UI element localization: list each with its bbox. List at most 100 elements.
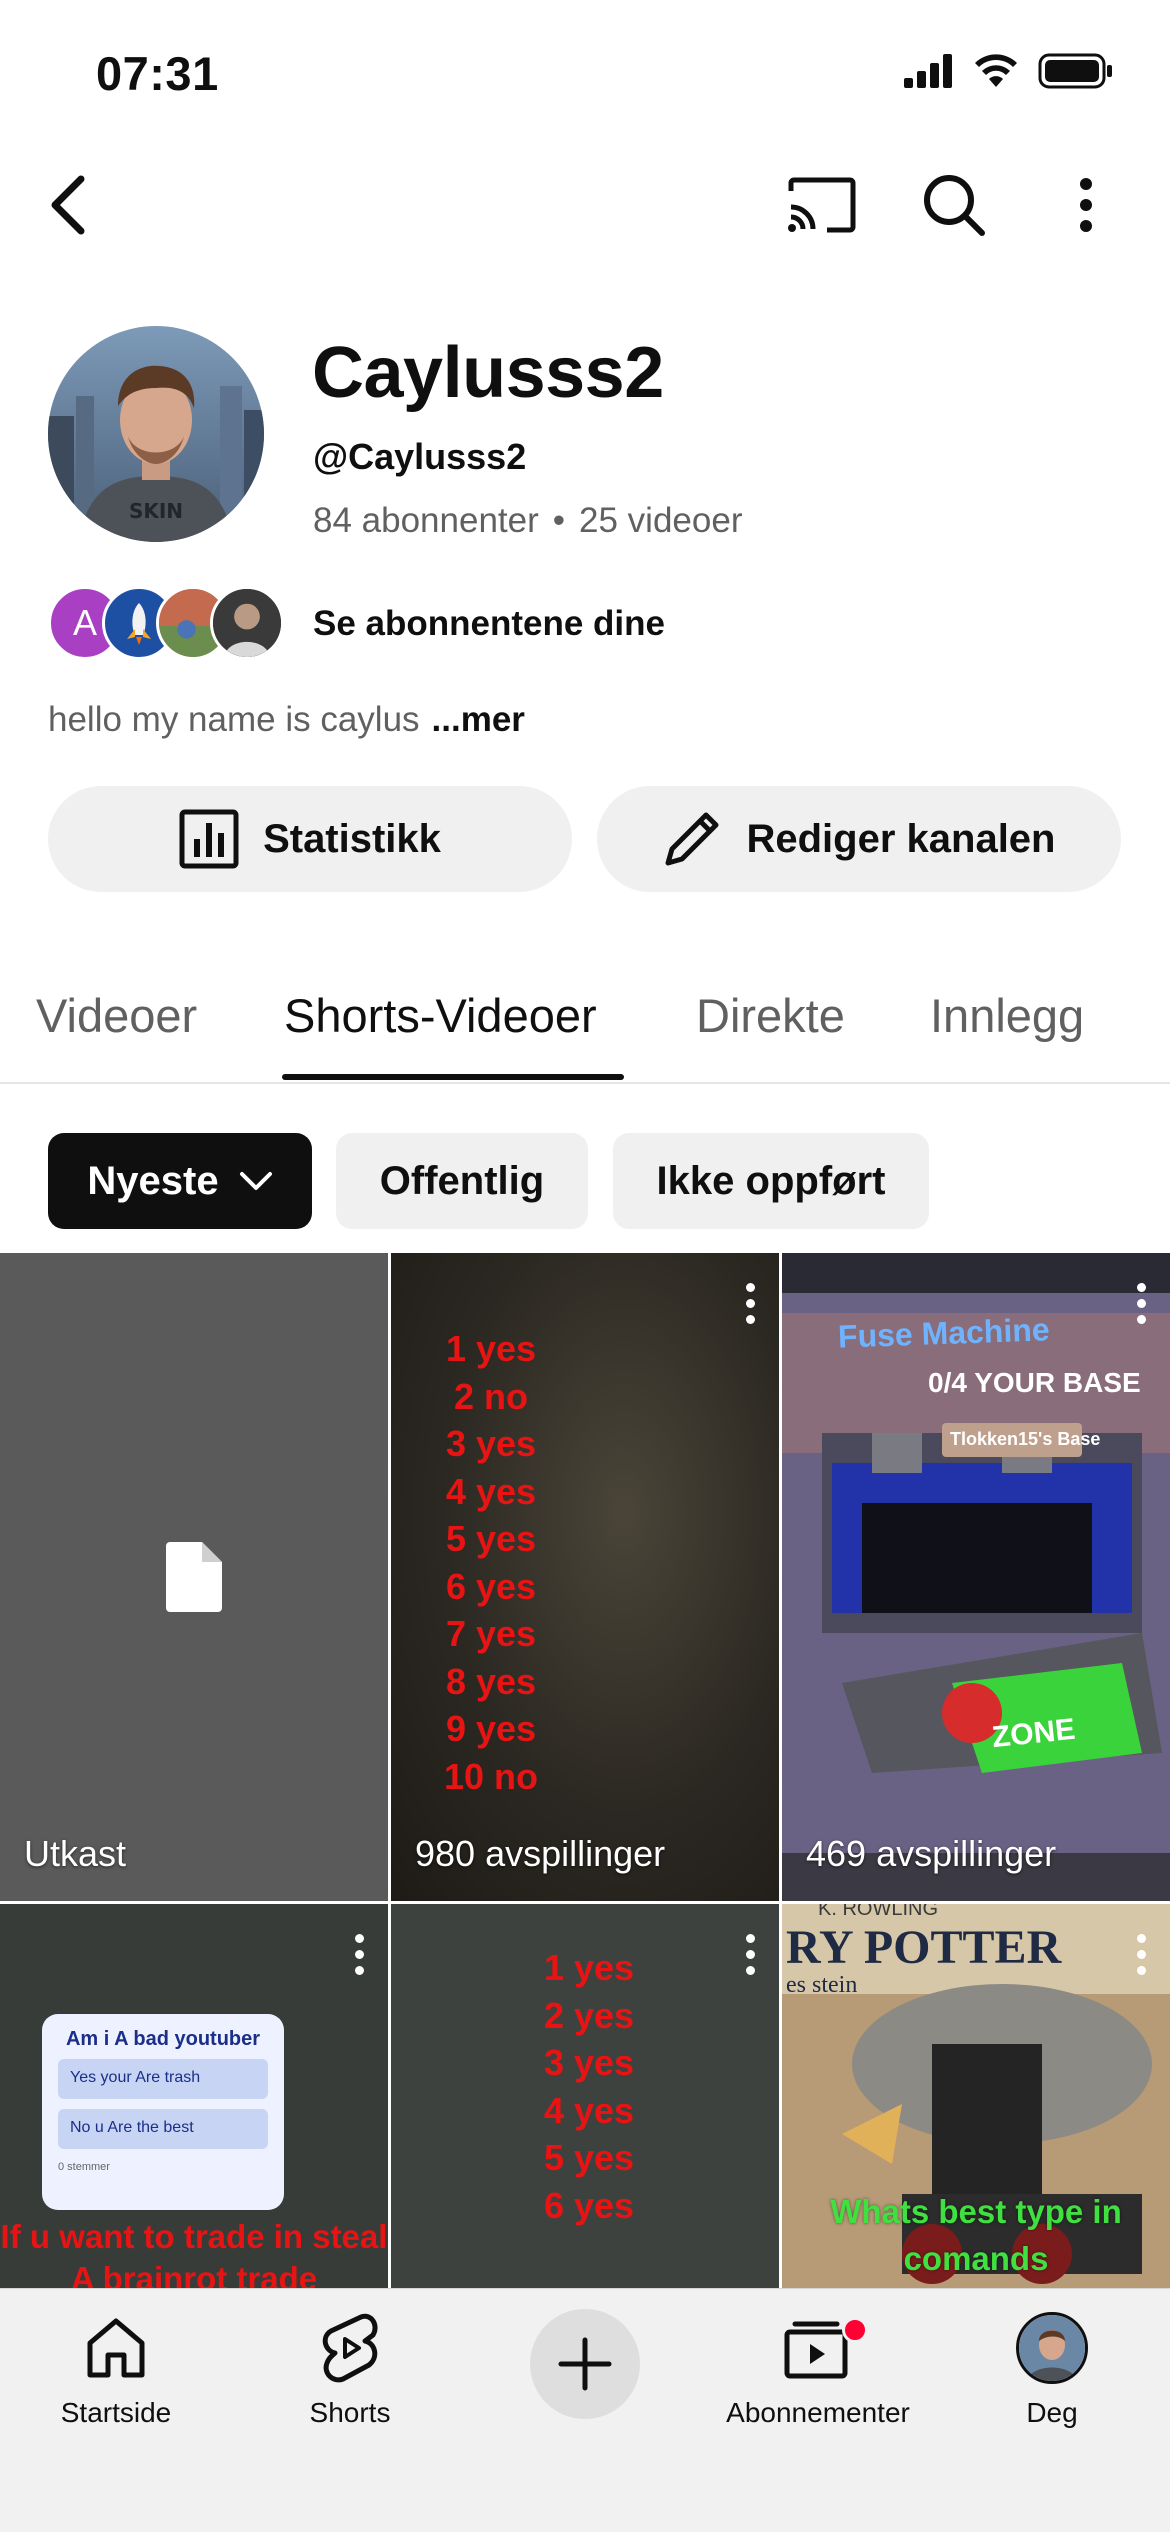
status-icons [904, 52, 1114, 90]
sort-dropdown[interactable]: Nyeste [48, 1133, 312, 1229]
overlay-line: 3 yes [543, 2042, 635, 2083]
search-button[interactable] [906, 157, 1002, 253]
chevron-down-icon [239, 1172, 272, 1190]
subscriber-avatar [210, 586, 284, 660]
tab-shorts[interactable]: Shorts-Videoer [284, 988, 597, 1043]
pencil-icon [665, 812, 719, 866]
tab-live[interactable]: Direkte [696, 988, 845, 1043]
plus-icon [558, 2337, 612, 2391]
nav-subscriptions[interactable]: Abonnementer [718, 2303, 918, 2429]
overlay-line: 4 yes [543, 2089, 635, 2131]
short-overlay-text: Whats best type in comands [830, 2193, 1122, 2277]
stats-separator: • [552, 501, 566, 540]
short-tile[interactable]: Fuse Machine 0/4 YOUR BASE Tlokken15's B… [782, 1253, 1170, 1901]
top-app-bar [0, 150, 1170, 270]
channel-description[interactable]: hello my name is caylus ...mer [48, 700, 525, 740]
game-title-text: Fuse Machine [837, 1311, 1051, 1355]
create-button[interactable] [530, 2309, 640, 2419]
short-more-button[interactable] [1134, 1283, 1148, 1331]
short-tile-label: Utkast [24, 1833, 127, 1874]
short-more-button[interactable] [1134, 1934, 1148, 1982]
more-options-button[interactable] [1038, 157, 1134, 253]
profile-avatar [1016, 2312, 1088, 2384]
game-base-text: Tlokken15's Base [950, 1429, 1101, 1449]
overlay-line: 4 yes [445, 1470, 537, 1512]
active-tab-indicator [282, 1074, 624, 1080]
short-overlay-text: 1 yes 2 yes 3 yes 4 yes 5 yes 6 yes [529, 1944, 649, 2229]
battery-icon [1038, 53, 1112, 89]
video-count: 25 videoer [579, 501, 743, 540]
short-more-button[interactable] [743, 1283, 757, 1331]
channel-name: Caylusss2 [312, 333, 664, 413]
view-subscribers-link[interactable]: Se abonnentene dine [313, 604, 665, 644]
overlay-line: 7 yes [445, 1613, 537, 1654]
overlay-line: 5 yes [445, 1518, 537, 1559]
overlay-line: 10 no [443, 1755, 539, 1797]
filter-public[interactable]: Offentlig [336, 1133, 588, 1229]
nav-you[interactable]: Deg [952, 2303, 1152, 2429]
overlay-line: 1 yes [445, 1328, 537, 1369]
search-icon [924, 175, 985, 236]
view-subscribers-row[interactable]: A Se abonnentene dine [48, 586, 1122, 664]
overlay-line: 8 yes [445, 1660, 537, 1702]
analytics-label: Statistikk [263, 816, 441, 861]
analytics-icon [179, 809, 239, 869]
home-icon [87, 2318, 145, 2378]
document-icon [166, 1542, 222, 1612]
cast-icon [788, 177, 856, 233]
edit-channel-button[interactable]: Rediger kanalen [597, 786, 1121, 892]
short-tile[interactable]: 1 yes 2 yes 3 yes 4 yes 5 yes 6 yes [391, 1904, 779, 2292]
short-tile[interactable]: 1 yes 2 no 3 yes 4 yes 5 yes 6 yes 7 yes… [391, 1253, 779, 1901]
bottom-navigation: Startside Shorts Abonnementer Deg [0, 2288, 1170, 2532]
book-title-text: RY POTTER [786, 1921, 1062, 1974]
nav-shorts[interactable]: Shorts [250, 2303, 450, 2429]
nav-you-label: Deg [1026, 2397, 1078, 2428]
short-overlay-text: 1 yes 2 no 3 yes 4 yes 5 yes 6 yes 7 yes… [431, 1325, 551, 1800]
channel-tabs: Videoer Shorts-Videoer Direkte Innlegg [0, 960, 1170, 1084]
short-tile-draft[interactable]: Utkast [0, 1253, 388, 1901]
wifi-icon [975, 54, 1017, 87]
overlay-line: 9 yes [445, 1708, 537, 1749]
short-tile-label: 980 avspillinger [415, 1833, 666, 1874]
description-text: hello my name is caylus [48, 700, 420, 739]
game-progress-text: 0/4 YOUR BASE [928, 1367, 1141, 1398]
overlay-line: 6 yes [445, 1565, 537, 1607]
short-more-button[interactable] [352, 1934, 366, 1982]
poll-votes: 0 stemmer [58, 2161, 110, 2173]
nav-home[interactable]: Startside [16, 2303, 216, 2429]
overlay-line: 2 yes [543, 1994, 635, 2036]
subscriber-count: 84 abonnenter [313, 501, 539, 540]
overlay-line: 5 yes [543, 2137, 635, 2178]
cellular-signal-icon [904, 54, 952, 88]
cast-button[interactable] [774, 157, 870, 253]
channel-stats: 84 abonnenter • 25 videoer [313, 501, 742, 541]
short-more-button[interactable] [743, 1934, 757, 1982]
back-button[interactable] [20, 157, 116, 253]
short-tile[interactable]: Am i A bad youtuber Yes your Are trash N… [0, 1904, 388, 2292]
nav-shorts-label: Shorts [309, 2397, 391, 2428]
svg-text:SKIN: SKIN [129, 499, 183, 523]
poll-option: No u Are the best [58, 2109, 268, 2149]
overlay-line: 6 yes [543, 2184, 635, 2226]
short-tile[interactable]: K. ROWLING RY POTTER es stein Whats best… [782, 1904, 1170, 2292]
poll-option: Yes your Are trash [58, 2059, 268, 2099]
channel-handle: @Caylusss2 [313, 436, 527, 477]
poll-title: Am i A bad youtuber [65, 2028, 261, 2050]
status-bar: 07:31 [0, 0, 1170, 150]
description-more-link[interactable]: ...mer [432, 700, 525, 739]
analytics-button[interactable]: Statistikk [48, 786, 572, 892]
overlay-line: 2 no [453, 1375, 528, 1417]
filter-unlisted[interactable]: Ikke oppført [613, 1133, 929, 1229]
overlay-line: 3 yes [445, 1423, 537, 1464]
tab-videos[interactable]: Videoer [36, 988, 197, 1043]
nav-subscriptions-label: Abonnementer [726, 2397, 910, 2428]
channel-avatar[interactable]: SKIN [48, 326, 264, 542]
nav-home-label: Startside [60, 2397, 172, 2428]
tab-posts[interactable]: Innlegg [930, 988, 1084, 1043]
book-subtitle-text: es stein [786, 1972, 858, 1998]
notification-dot [842, 2317, 868, 2343]
more-vertical-icon [1080, 178, 1092, 232]
sort-label: Nyeste [87, 1158, 219, 1203]
book-author-text: K. ROWLING [818, 1904, 939, 1920]
back-arrow-icon [51, 175, 85, 235]
